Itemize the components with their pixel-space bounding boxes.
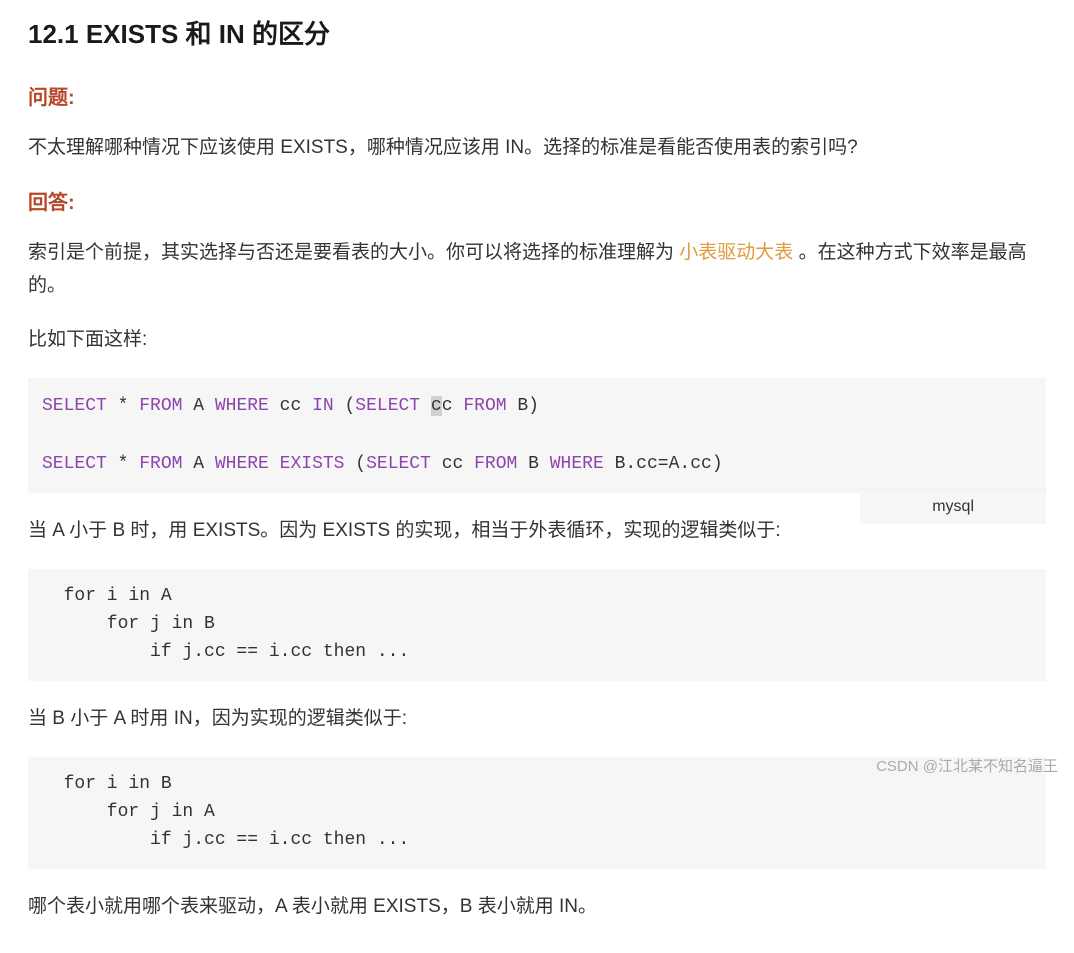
question-label: 问题: xyxy=(28,81,1046,110)
sql-line-blank xyxy=(42,421,1032,450)
in-paragraph: 当 B 小于 A 时用 IN，因为实现的逻辑类似于: xyxy=(28,703,1046,735)
conclusion-paragraph: 哪个表小就用哪个表来驱动，A 表小就用 EXISTS，B 表小就用 IN。 xyxy=(28,891,1046,923)
example-intro: 比如下面这样: xyxy=(28,324,1046,356)
sql-line-2: SELECT * FROM A WHERE EXISTS (SELECT cc … xyxy=(42,450,1032,479)
pseudo1-line1: for i in A xyxy=(42,583,1032,611)
answer-text-a: 索引是个前提，其实选择与否还是要看表的大小。你可以将选择的标准理解为 xyxy=(28,242,679,263)
answer-paragraph: 索引是个前提，其实选择与否还是要看表的大小。你可以将选择的标准理解为 小表驱动大… xyxy=(28,237,1046,302)
pseudo-code-block-1: for i in A for j in B if j.cc == i.cc th… xyxy=(28,569,1046,681)
question-text: 不太理解哪种情况下应该使用 EXISTS，哪种情况应该用 IN。选择的标准是看能… xyxy=(28,132,1046,164)
sql-line-1: SELECT * FROM A WHERE cc IN (SELECT cc F… xyxy=(42,392,1032,421)
answer-label: 回答: xyxy=(28,186,1046,215)
pseudo2-line2: for j in A xyxy=(42,799,1032,827)
sql-code-block: SELECT * FROM A WHERE cc IN (SELECT cc F… xyxy=(28,378,1046,492)
pseudo2-line3: if j.cc == i.cc then ... xyxy=(42,827,1032,855)
pseudo1-line3: if j.cc == i.cc then ... xyxy=(42,639,1032,667)
language-tag: mysql xyxy=(860,489,1046,524)
pseudo1-line2: for j in B xyxy=(42,611,1032,639)
watermark: CSDN @江北某不知名逼王 xyxy=(876,755,1058,776)
section-heading: 12.1 EXISTS 和 IN 的区分 xyxy=(28,14,1046,51)
answer-highlight: 小表驱动大表 xyxy=(679,242,793,263)
